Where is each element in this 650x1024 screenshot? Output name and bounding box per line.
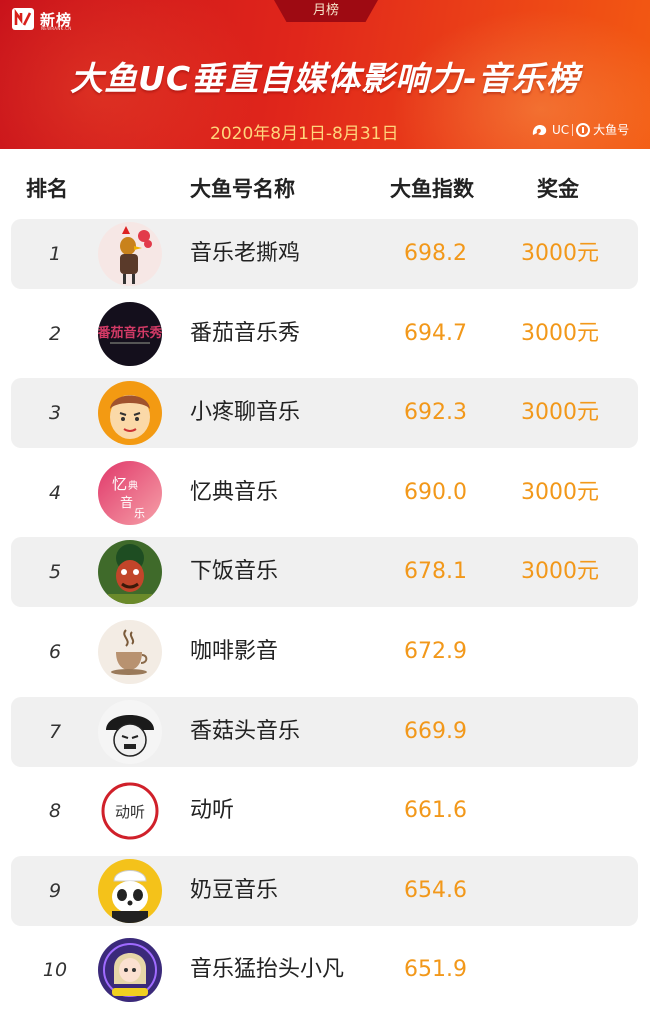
partner-logos: UC 大鱼号 <box>531 121 629 138</box>
ranking-row[interactable]: 1 音乐老撕鸡 698.2 3000元 <box>0 218 650 298</box>
ranking-row[interactable]: 7 香菇头音乐 669.9 <box>0 696 650 776</box>
ranking-row[interactable]: 6 咖啡影音 672.9 <box>0 616 650 696</box>
yidian-logo-avatar-icon: 忆 典 音 乐 <box>98 460 162 525</box>
uc-label: UC <box>552 122 570 137</box>
masked-figure-avatar-icon <box>98 540 162 605</box>
svg-text:忆: 忆 <box>112 475 127 493</box>
svg-text:动听: 动听 <box>115 803 145 821</box>
svg-text:乐: 乐 <box>134 507 145 520</box>
monthly-ranking-tab[interactable]: 月榜 <box>274 0 378 22</box>
rank-number: 7 <box>48 720 62 743</box>
rank-number: 4 <box>48 481 62 504</box>
column-header-name: 大鱼号名称 <box>190 177 295 201</box>
account-name: 音乐猛抬头小凡 <box>190 957 345 983</box>
ranking-row[interactable]: 9 奶豆音乐 654.6 <box>0 855 650 935</box>
account-name: 下饭音乐 <box>190 559 279 585</box>
dayu-score: 698.2 <box>404 241 467 266</box>
rooster-avatar-icon <box>98 222 162 286</box>
ranking-row[interactable]: 10 音乐猛抬头小凡 651.9 <box>0 934 650 1014</box>
date-range: 2020年8月1日-8月31日 <box>210 124 399 144</box>
dayu-score: 678.1 <box>404 559 467 585</box>
rank-number: 2 <box>48 322 62 345</box>
ranking-list: 1 音乐老撕鸡 698.2 3000元 2 番茄音乐秀 番茄音乐秀 694.7 … <box>0 218 650 1014</box>
rank-number: 5 <box>48 561 62 584</box>
logo-separator <box>572 123 574 136</box>
dongting-stamp-avatar-icon: 动听 <box>98 779 162 844</box>
dayu-score: 692.3 <box>404 400 467 426</box>
account-name: 奶豆音乐 <box>190 877 279 903</box>
column-header-prize: 奖金 <box>537 177 579 201</box>
dayu-score: 672.9 <box>404 638 467 664</box>
prize-amount: 3000元 <box>521 479 599 505</box>
panda-avatar-icon <box>98 858 162 923</box>
ranking-row[interactable]: 8 动听 动听 661.6 <box>0 775 650 855</box>
account-name: 香菇头音乐 <box>190 718 301 744</box>
prize-amount: 3000元 <box>521 241 599 266</box>
rank-number: 3 <box>48 402 62 425</box>
svg-text:音: 音 <box>120 495 133 511</box>
rank-number: 10 <box>42 959 68 982</box>
dayu-score: 651.9 <box>404 957 467 983</box>
account-name: 音乐老撕鸡 <box>190 241 301 266</box>
account-name: 咖啡影音 <box>190 638 279 664</box>
ranking-row[interactable]: 2 番茄音乐秀 番茄音乐秀 694.7 3000元 <box>0 298 650 378</box>
rank-number: 1 <box>48 243 62 265</box>
mushroom-head-avatar-icon <box>98 699 162 764</box>
svg-text:典: 典 <box>128 479 138 492</box>
account-name: 番茄音乐秀 <box>190 320 301 346</box>
account-name: 忆典音乐 <box>190 479 279 505</box>
svg-text:番茄音乐秀: 番茄音乐秀 <box>98 325 162 341</box>
prize-amount: 3000元 <box>521 559 599 585</box>
column-header-score: 大鱼指数 <box>390 177 474 201</box>
dayu-score: 690.0 <box>404 479 467 505</box>
coffee-cup-avatar-icon <box>98 619 162 684</box>
rank-number: 9 <box>48 879 62 902</box>
ranking-row[interactable]: 4 忆 典 音 乐 忆典音乐 690.0 3000元 <box>0 457 650 537</box>
account-name: 小疼聊音乐 <box>190 400 301 426</box>
cartoon-boy-avatar-icon <box>98 381 162 446</box>
rank-number: 6 <box>48 640 62 663</box>
rank-number: 8 <box>48 800 62 823</box>
brand-subtitle: NEWRANK.CN <box>41 26 72 31</box>
ranking-row[interactable]: 5 下饭音乐 678.1 3000元 <box>0 536 650 616</box>
uc-squirrel-icon <box>532 124 547 135</box>
header-banner: 新榜 NEWRANK.CN 月榜 大鱼UC垂直自媒体影响力-音乐榜 2020年8… <box>0 0 650 149</box>
prize-amount: 3000元 <box>521 400 599 426</box>
prize-amount: 3000元 <box>521 320 599 346</box>
dayu-score: 694.7 <box>404 320 467 346</box>
dayu-score: 661.6 <box>404 798 467 824</box>
dayu-score: 654.6 <box>404 877 467 903</box>
account-name: 动听 <box>190 798 235 824</box>
fanqie-logo-avatar-icon: 番茄音乐秀 <box>98 301 162 366</box>
ranking-row[interactable]: 3 小疼聊音乐 692.3 3000元 <box>0 377 650 457</box>
cartoon-girl-avatar-icon <box>98 938 162 1003</box>
column-header-rank: 排名 <box>26 177 68 201</box>
dayu-score: 669.9 <box>404 718 467 744</box>
newrank-mark-icon <box>12 8 34 30</box>
page-title: 大鱼UC垂直自媒体影响力-音乐榜 <box>70 59 580 98</box>
dayu-logo-icon <box>576 122 591 137</box>
dayu-label: 大鱼号 <box>593 123 630 137</box>
